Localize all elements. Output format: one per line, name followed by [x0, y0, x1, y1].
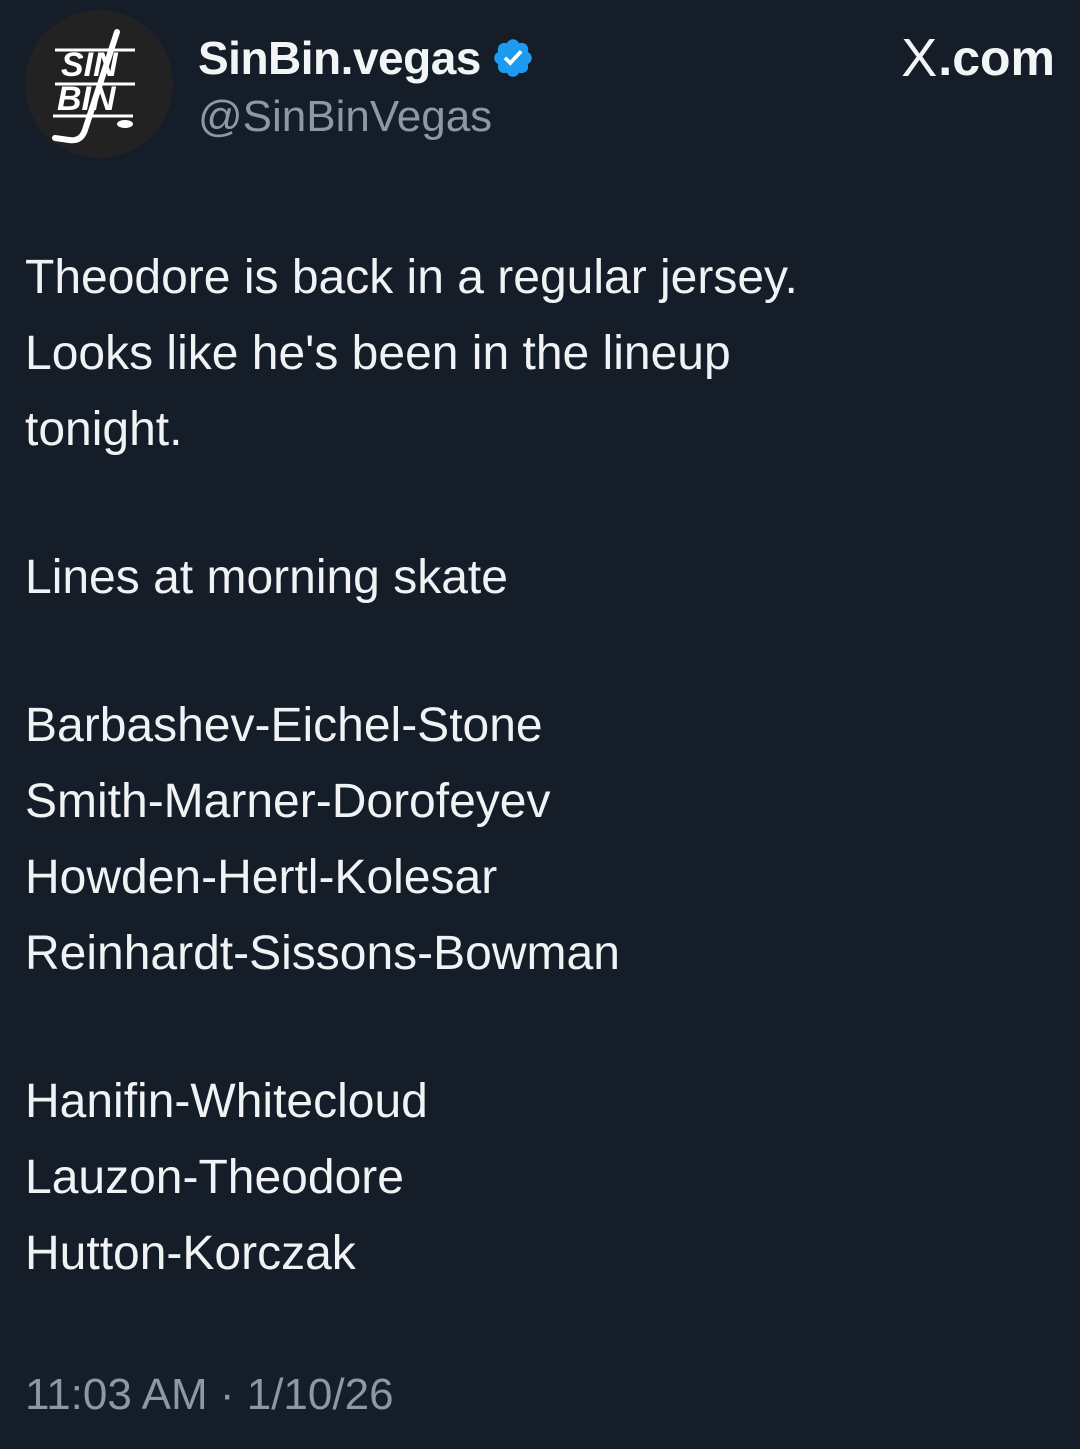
defense-pair: Lauzon-Theodore [25, 1151, 404, 1204]
tweet-body: Theodore is back in a regular jersey. Lo… [25, 240, 1055, 1292]
x-logo-icon: X [901, 28, 938, 88]
source-label: X .com [901, 28, 1055, 88]
logo-text-sin: SIN [61, 46, 119, 84]
defense-pair: Hutton-Korczak [25, 1227, 356, 1280]
forward-line: Smith-Marner-Dorofeyev [25, 775, 551, 828]
tweet-header: SIN BIN SinBin.vegas @SinBinVegas X .com [25, 10, 1055, 160]
tweet-text-line: Lines at morning skate [25, 551, 508, 604]
avatar[interactable]: SIN BIN [25, 10, 173, 158]
sinbin-logo-icon: SIN BIN [25, 10, 173, 158]
tweet-timestamp[interactable]: 11:03 AM · 1/10/26 [25, 1370, 394, 1420]
tweet-text-line: Theodore is back in a regular jersey. [25, 251, 798, 304]
user-handle[interactable]: @SinBinVegas [198, 92, 492, 142]
logo-text-bin: BIN [57, 80, 117, 118]
name-row: SinBin.vegas [198, 32, 535, 84]
defense-pair: Hanifin-Whitecloud [25, 1075, 428, 1128]
display-name[interactable]: SinBin.vegas [198, 31, 481, 85]
tweet-text-line: tonight. [25, 403, 183, 456]
source-domain: .com [938, 30, 1055, 86]
forward-line: Howden-Hertl-Kolesar [25, 851, 498, 904]
forward-line: Reinhardt-Sissons-Bowman [25, 927, 620, 980]
forward-line: Barbashev-Eichel-Stone [25, 699, 543, 752]
tweet-text-line: Looks like he's been in the lineup [25, 327, 731, 380]
verified-badge-icon [491, 36, 535, 80]
